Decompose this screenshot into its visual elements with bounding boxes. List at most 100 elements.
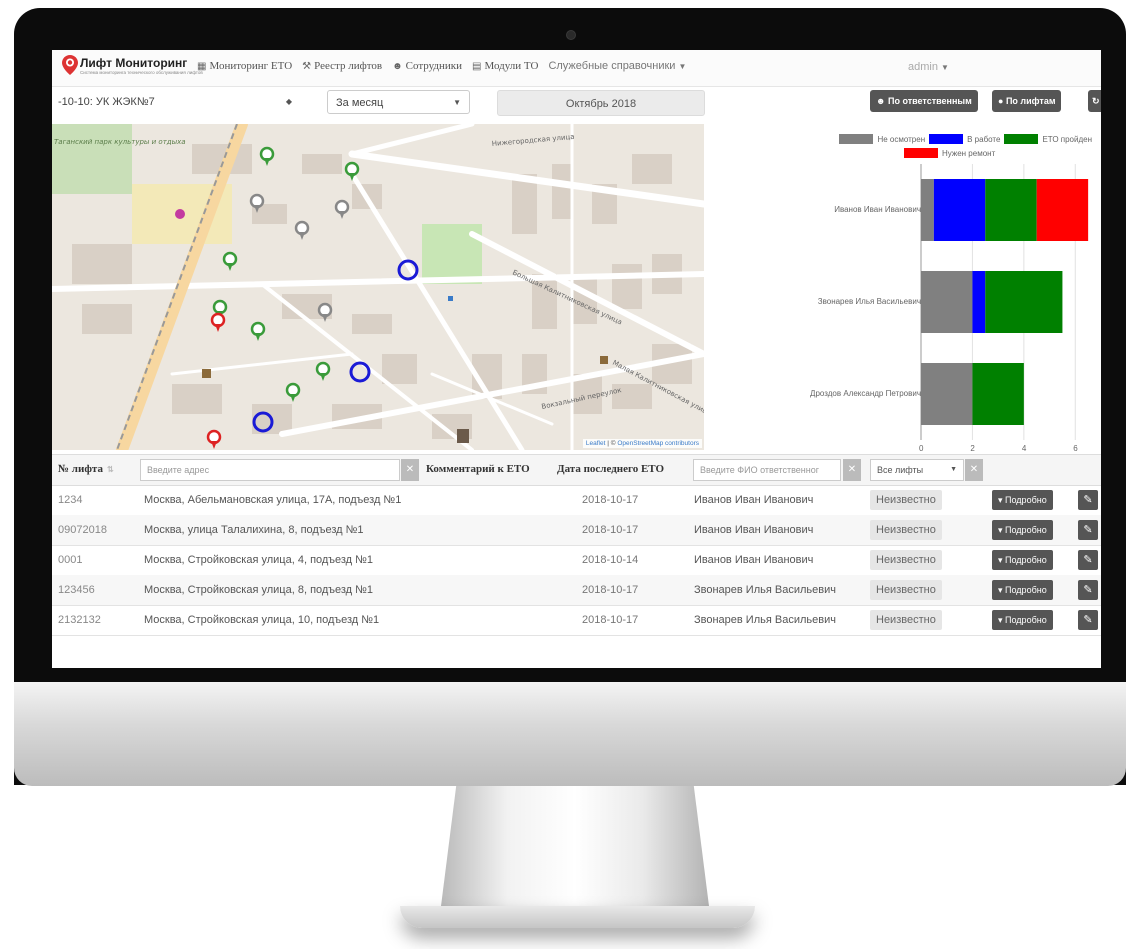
edit-button[interactable]: ✎	[1078, 580, 1098, 600]
table-row[interactable]: 09072018 Москва, улица Талалихина, 8, под…	[52, 515, 1101, 546]
bar-segment	[921, 271, 973, 333]
button-label: Подробно	[1005, 555, 1047, 565]
responsible-filter-input[interactable]: Введите ФИО ответственног	[693, 459, 841, 481]
user-menu[interactable]: admin ▼	[908, 61, 949, 73]
chevron-down-icon: ▾	[998, 555, 1006, 565]
select-value: Все лифты	[877, 465, 924, 475]
chevron-down-icon: ▼	[453, 98, 461, 107]
chevron-down-icon: ▾	[998, 495, 1006, 505]
chevron-down-icon: ▾	[998, 525, 1006, 535]
responsible-person: Иванов Иван Иванович	[694, 524, 814, 536]
map-view[interactable]: Таганский парк культуры и отдыха Нижегор…	[52, 124, 704, 450]
status-badge: Неизвестно	[870, 490, 942, 510]
marker-red	[210, 312, 226, 332]
caret-down-icon: ▼	[941, 63, 949, 72]
button-label: Подробно	[1005, 585, 1047, 595]
responsible-person: Иванов Иван Иванович	[694, 554, 814, 566]
x-tick-label: 4	[1021, 444, 1027, 453]
globe-icon: ●	[998, 96, 1006, 106]
details-button[interactable]: ▾ Подробно	[992, 520, 1053, 540]
nav-item-registry[interactable]: ⚒ Реестр лифтов	[302, 60, 382, 72]
select-arrows-icon: ◆	[285, 97, 292, 106]
placeholder-text: Введите адрес	[147, 465, 210, 475]
edit-icon: ✎	[1083, 524, 1093, 536]
edit-icon: ✎	[1083, 614, 1093, 626]
monitor-camera	[566, 30, 576, 40]
bar-segment	[985, 179, 1037, 241]
chevron-down-icon: ▼	[950, 466, 957, 473]
by-lifts-button[interactable]: ● По лифтам	[992, 90, 1062, 112]
clear-address-button[interactable]: ✕	[401, 459, 419, 481]
column-header-last-date[interactable]: Дата последнего ЕТО	[557, 463, 664, 475]
clear-lift-filter-button[interactable]: ✕	[965, 459, 983, 481]
lift-number: 123456	[58, 584, 95, 596]
table-row[interactable]: 0001 Москва, Стройковская улица, 4, подъе…	[52, 545, 1101, 576]
nav-item-monitoring[interactable]: ▦ Мониторинг ЕТО	[197, 60, 292, 72]
details-button[interactable]: ▾ Подробно	[992, 580, 1053, 600]
nav-item-label: Реестр лифтов	[314, 60, 383, 72]
button-label: Подробно	[1005, 615, 1047, 625]
map-label-park: Таганский парк культуры и отдыха	[54, 138, 186, 146]
marker-green	[222, 251, 238, 271]
lift-filter-select[interactable]: Все лифты ▼	[870, 459, 964, 481]
edit-button[interactable]: ✎	[1078, 610, 1098, 630]
edit-button[interactable]: ✎	[1078, 550, 1098, 570]
marker-gray	[294, 220, 310, 240]
nav-item-label: Служебные справочники	[548, 60, 676, 72]
last-eto-date: 2018-10-14	[582, 554, 639, 566]
by-responsible-button[interactable]: ☻ По ответственным	[870, 90, 978, 112]
last-eto-date: 2018-10-17	[582, 584, 639, 596]
clear-responsible-button[interactable]: ✕	[843, 459, 861, 481]
organization-select[interactable]: -10-10: УК ЖЭК№7 ◆	[52, 90, 300, 114]
x-tick-label: 6	[1073, 444, 1078, 453]
period-select[interactable]: За месяц ▼	[327, 90, 470, 114]
park-area	[52, 124, 132, 194]
address-filter-input[interactable]: Введите адрес	[140, 459, 400, 481]
table-row[interactable]: 123456 Москва, Стройковская улица, 8, под…	[52, 575, 1101, 606]
marker-green	[285, 382, 301, 402]
chevron-down-icon: ▾	[998, 615, 1006, 625]
table-header: № лифта ⇅ Введите адрес ✕ Комментарий к Е…	[52, 454, 1101, 486]
last-eto-date: 2018-10-17	[582, 614, 639, 626]
lift-address: Москва, Абельмановская улица, 17А, подъе…	[144, 494, 402, 506]
nav-item-modules[interactable]: ▤ Модули ТО	[472, 60, 538, 72]
osm-link[interactable]: OpenStreetMap contributors	[617, 440, 699, 447]
marker-green	[315, 361, 331, 381]
button-label: Подробно	[1005, 495, 1047, 505]
month-display[interactable]: Октябрь 2018	[497, 90, 705, 116]
button-label: По ответственным	[887, 96, 972, 106]
bar-segment	[921, 179, 934, 241]
nav-item-references[interactable]: Служебные справочники ▼	[548, 60, 686, 72]
edit-icon: ✎	[1083, 584, 1093, 596]
responsible-person: Иванов Иван Иванович	[694, 494, 814, 506]
status-badge: Неизвестно	[870, 610, 942, 630]
marker-blue	[349, 361, 371, 383]
chart-plot	[920, 164, 1089, 440]
refresh-button[interactable]: ↻	[1088, 90, 1101, 112]
table-row[interactable]: 1234 Москва, Абельмановская улица, 17А, п…	[52, 485, 1101, 516]
column-header-lift-number[interactable]: № лифта ⇅	[58, 463, 114, 475]
lift-address: Москва, Стройковская улица, 10, подъезд …	[144, 614, 380, 626]
marker-gray	[317, 302, 333, 322]
column-header-comment[interactable]: Комментарий к ЕТО	[426, 463, 530, 475]
bar-segment	[1036, 179, 1089, 241]
nav-item-label: Сотрудники	[405, 60, 463, 72]
logo-title: Лифт Мониторинг	[80, 56, 188, 70]
details-button[interactable]: ▾ Подробно	[992, 610, 1053, 630]
marker-gray	[334, 199, 350, 219]
details-button[interactable]: ▾ Подробно	[992, 490, 1053, 510]
x-tick-label: 0	[919, 444, 924, 453]
trash-icon: ▤	[472, 60, 482, 72]
map-canvas[interactable]: Таганский парк культуры и отдыха Нижегор…	[52, 124, 704, 450]
status-badge: Неизвестно	[870, 550, 942, 570]
edit-button[interactable]: ✎	[1078, 520, 1098, 540]
monitor-chin	[14, 682, 1126, 786]
lift-number: 2132132	[58, 614, 101, 626]
table-row[interactable]: 2132132 Москва, Стройковская улица, 10, п…	[52, 605, 1101, 636]
nav-item-employees[interactable]: ☻ Сотрудники	[392, 60, 462, 72]
leaflet-link[interactable]: Leaflet	[586, 440, 606, 447]
edit-button[interactable]: ✎	[1078, 490, 1098, 510]
roads	[52, 124, 704, 450]
details-button[interactable]: ▾ Подробно	[992, 550, 1053, 570]
map-label-street: Нижегородская улица	[491, 133, 574, 148]
